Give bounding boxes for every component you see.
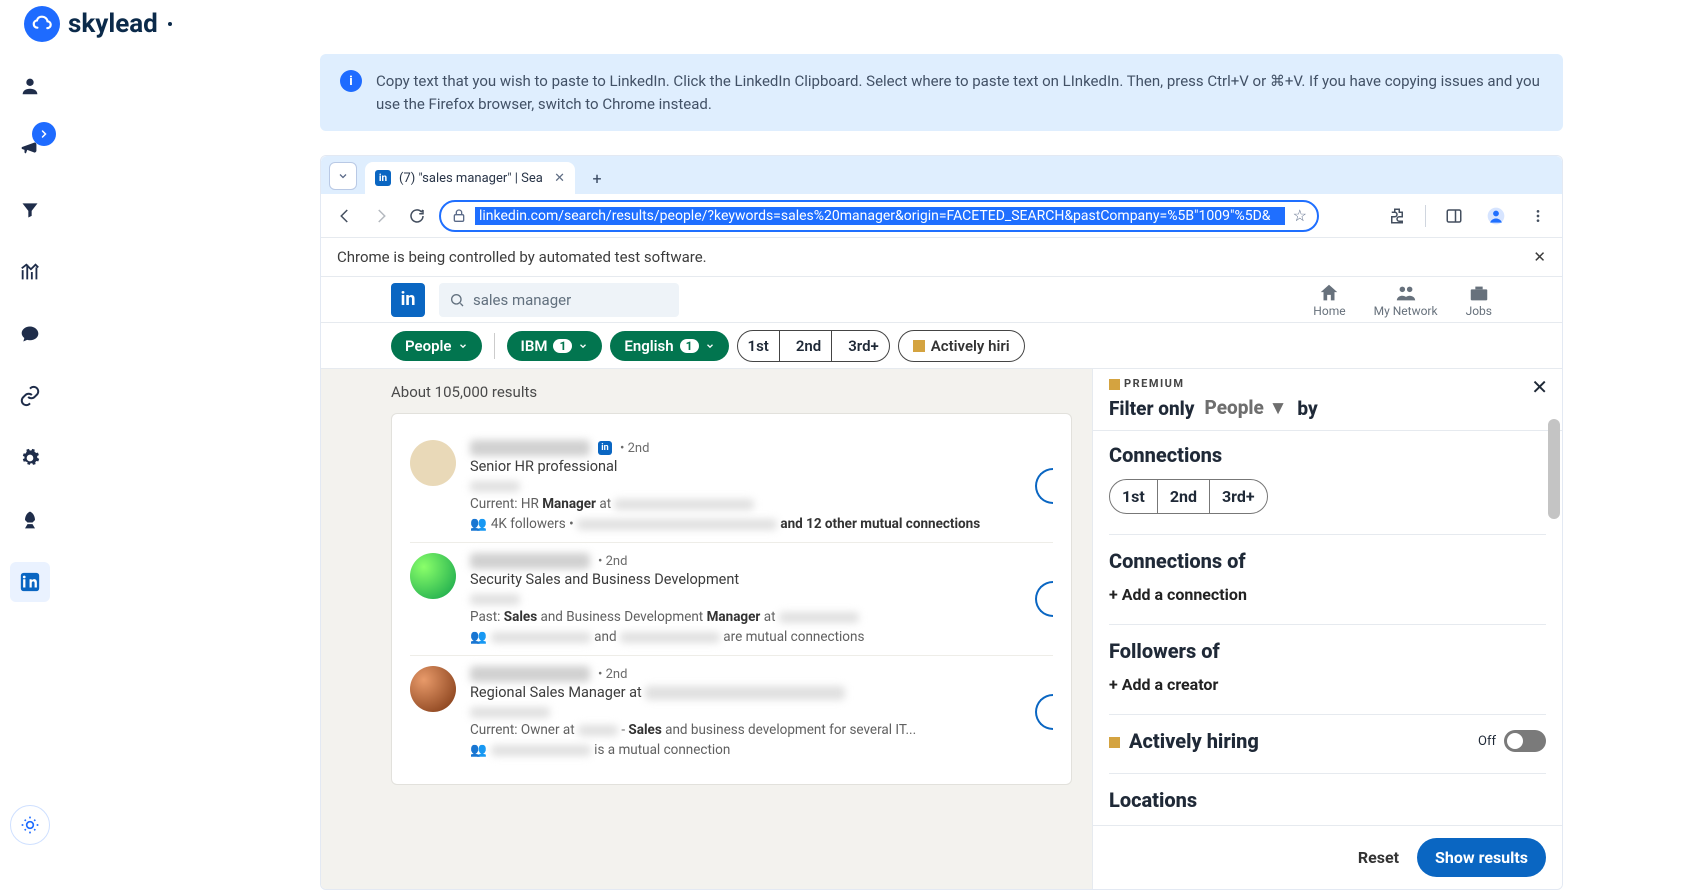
panel-close-icon[interactable]: ✕ xyxy=(1531,375,1548,399)
people-dropdown[interactable]: People ▼ xyxy=(1205,396,1288,420)
tab-close-icon[interactable]: ✕ xyxy=(554,171,565,186)
filter-people[interactable]: People xyxy=(391,331,482,361)
app-logo: skylead xyxy=(24,6,172,42)
extensions-icon[interactable] xyxy=(1383,202,1411,230)
linkedin-logo-icon[interactable]: in xyxy=(391,283,425,317)
results-area: About 105,000 results in• 2nd Senior HR … xyxy=(321,369,1562,889)
url-text: linkedin.com/search/results/people/?keyw… xyxy=(475,207,1285,225)
avatar xyxy=(410,666,456,712)
result-item[interactable]: • 2nd Security Sales and Business Develo… xyxy=(410,543,1053,656)
automation-close-icon[interactable]: ✕ xyxy=(1533,248,1546,266)
linkedin-search-input[interactable]: sales manager xyxy=(439,283,679,317)
nav-network[interactable]: My Network xyxy=(1374,282,1438,318)
connect-arc[interactable] xyxy=(1035,694,1053,730)
info-icon: i xyxy=(340,70,362,92)
profile-icon[interactable] xyxy=(1482,202,1510,230)
sidebar-settings[interactable] xyxy=(10,438,50,478)
result-card: in• 2nd Senior HR professional Current: … xyxy=(391,413,1072,785)
avatar xyxy=(410,553,456,599)
tab-title: (7) "sales manager" | Sea xyxy=(399,171,543,186)
sidebar-link[interactable] xyxy=(10,376,50,416)
browser-frame: in (7) "sales manager" | Sea ✕ + xyxy=(320,155,1563,890)
nav-home[interactable]: Home xyxy=(1313,282,1345,318)
filter-row: People IBM 1 English 1 1 xyxy=(321,323,1562,369)
sidebar-launch[interactable] xyxy=(10,500,50,540)
connection-degree-toggle: 1st 2nd 3rd+ xyxy=(1109,479,1268,514)
linkedin-header: in sales manager Home My Network xyxy=(321,277,1562,323)
conn-1st[interactable]: 1st xyxy=(1110,480,1158,513)
connect-arc[interactable] xyxy=(1035,468,1053,504)
main-content: i Copy text that you wish to paste to Li… xyxy=(60,48,1683,865)
linkedin-page: in sales manager Home My Network xyxy=(321,277,1562,889)
filter-panel: PREMIUM ✕ Filter only People ▼ by Connec… xyxy=(1092,369,1562,889)
tab-strip: in (7) "sales manager" | Sea ✕ + xyxy=(321,156,1562,194)
filter-hiring[interactable]: Actively hiri xyxy=(898,330,1025,362)
filter-ibm[interactable]: IBM 1 xyxy=(507,331,603,361)
locations-heading: Locations xyxy=(1109,788,1546,812)
add-connection-link[interactable]: + Add a connection xyxy=(1109,585,1546,604)
premium-tag: PREMIUM xyxy=(1109,377,1546,390)
info-banner: i Copy text that you wish to paste to Li… xyxy=(320,54,1563,131)
forward-button[interactable] xyxy=(367,202,395,230)
sidebar xyxy=(0,48,60,865)
sidebar-badge-icon xyxy=(32,122,56,146)
theme-toggle[interactable] xyxy=(10,805,50,845)
conn-2nd[interactable]: 2nd xyxy=(1158,480,1210,513)
sidebar-linkedin[interactable] xyxy=(10,562,50,602)
results-column: About 105,000 results in• 2nd Senior HR … xyxy=(321,369,1092,889)
hiring-toggle[interactable] xyxy=(1504,730,1546,752)
sidebar-filter[interactable] xyxy=(10,190,50,230)
menu-icon[interactable] xyxy=(1524,202,1552,230)
result-item[interactable]: • 2nd Regional Sales Manager at Current:… xyxy=(410,656,1053,768)
sidebar-analytics[interactable] xyxy=(10,252,50,292)
url-bar[interactable]: linkedin.com/search/results/people/?keyw… xyxy=(439,200,1319,232)
logo-icon xyxy=(24,6,60,42)
sidebar-campaigns[interactable] xyxy=(10,128,50,168)
actively-hiring-heading: Actively hiring xyxy=(1129,729,1259,753)
filter-english[interactable]: English 1 xyxy=(610,331,728,361)
automation-banner: Chrome is being controlled by automated … xyxy=(321,238,1562,277)
toggle-off-label: Off xyxy=(1478,734,1496,749)
connections-heading: Connections xyxy=(1109,443,1546,467)
panel-scrollbar[interactable] xyxy=(1548,419,1560,519)
tab-dropdown-button[interactable] xyxy=(329,162,357,190)
bookmark-star-icon[interactable]: ☆ xyxy=(1293,206,1307,225)
linkedin-favicon: in xyxy=(375,170,391,186)
linkedin-nav: Home My Network Jobs xyxy=(1313,282,1492,318)
browser-toolbar: linkedin.com/search/results/people/?keyw… xyxy=(321,194,1562,238)
sidebar-chat[interactable] xyxy=(10,314,50,354)
filter-only-label: Filter only xyxy=(1109,397,1195,420)
back-button[interactable] xyxy=(331,202,359,230)
by-label: by xyxy=(1297,397,1317,420)
browser-tab[interactable]: in (7) "sales manager" | Sea ✕ xyxy=(365,162,575,194)
app-topbar: skylead xyxy=(0,0,1683,48)
add-creator-link[interactable]: + Add a creator xyxy=(1109,675,1546,694)
logo-text: skylead xyxy=(68,9,158,39)
new-tab-button[interactable]: + xyxy=(583,164,611,192)
show-results-button[interactable]: Show results xyxy=(1417,838,1546,877)
reset-button[interactable]: Reset xyxy=(1358,848,1399,867)
conn-3rd[interactable]: 3rd+ xyxy=(1210,480,1267,513)
nav-jobs[interactable]: Jobs xyxy=(1466,282,1492,318)
reload-button[interactable] xyxy=(403,202,431,230)
followers-of-heading: Followers of xyxy=(1109,639,1546,663)
search-value: sales manager xyxy=(473,291,571,309)
result-item[interactable]: in• 2nd Senior HR professional Current: … xyxy=(410,430,1053,543)
avatar xyxy=(410,440,456,486)
sidebar-contacts[interactable] xyxy=(10,66,50,106)
panel-icon[interactable] xyxy=(1440,202,1468,230)
results-count: About 105,000 results xyxy=(391,383,1072,401)
connect-arc[interactable] xyxy=(1035,581,1053,617)
connections-of-heading: Connections of xyxy=(1109,549,1546,573)
filter-connections-seg[interactable]: 1st 2nd 3rd+ xyxy=(737,330,890,362)
info-text: Copy text that you wish to paste to Link… xyxy=(376,70,1543,115)
automation-text: Chrome is being controlled by automated … xyxy=(337,248,707,266)
